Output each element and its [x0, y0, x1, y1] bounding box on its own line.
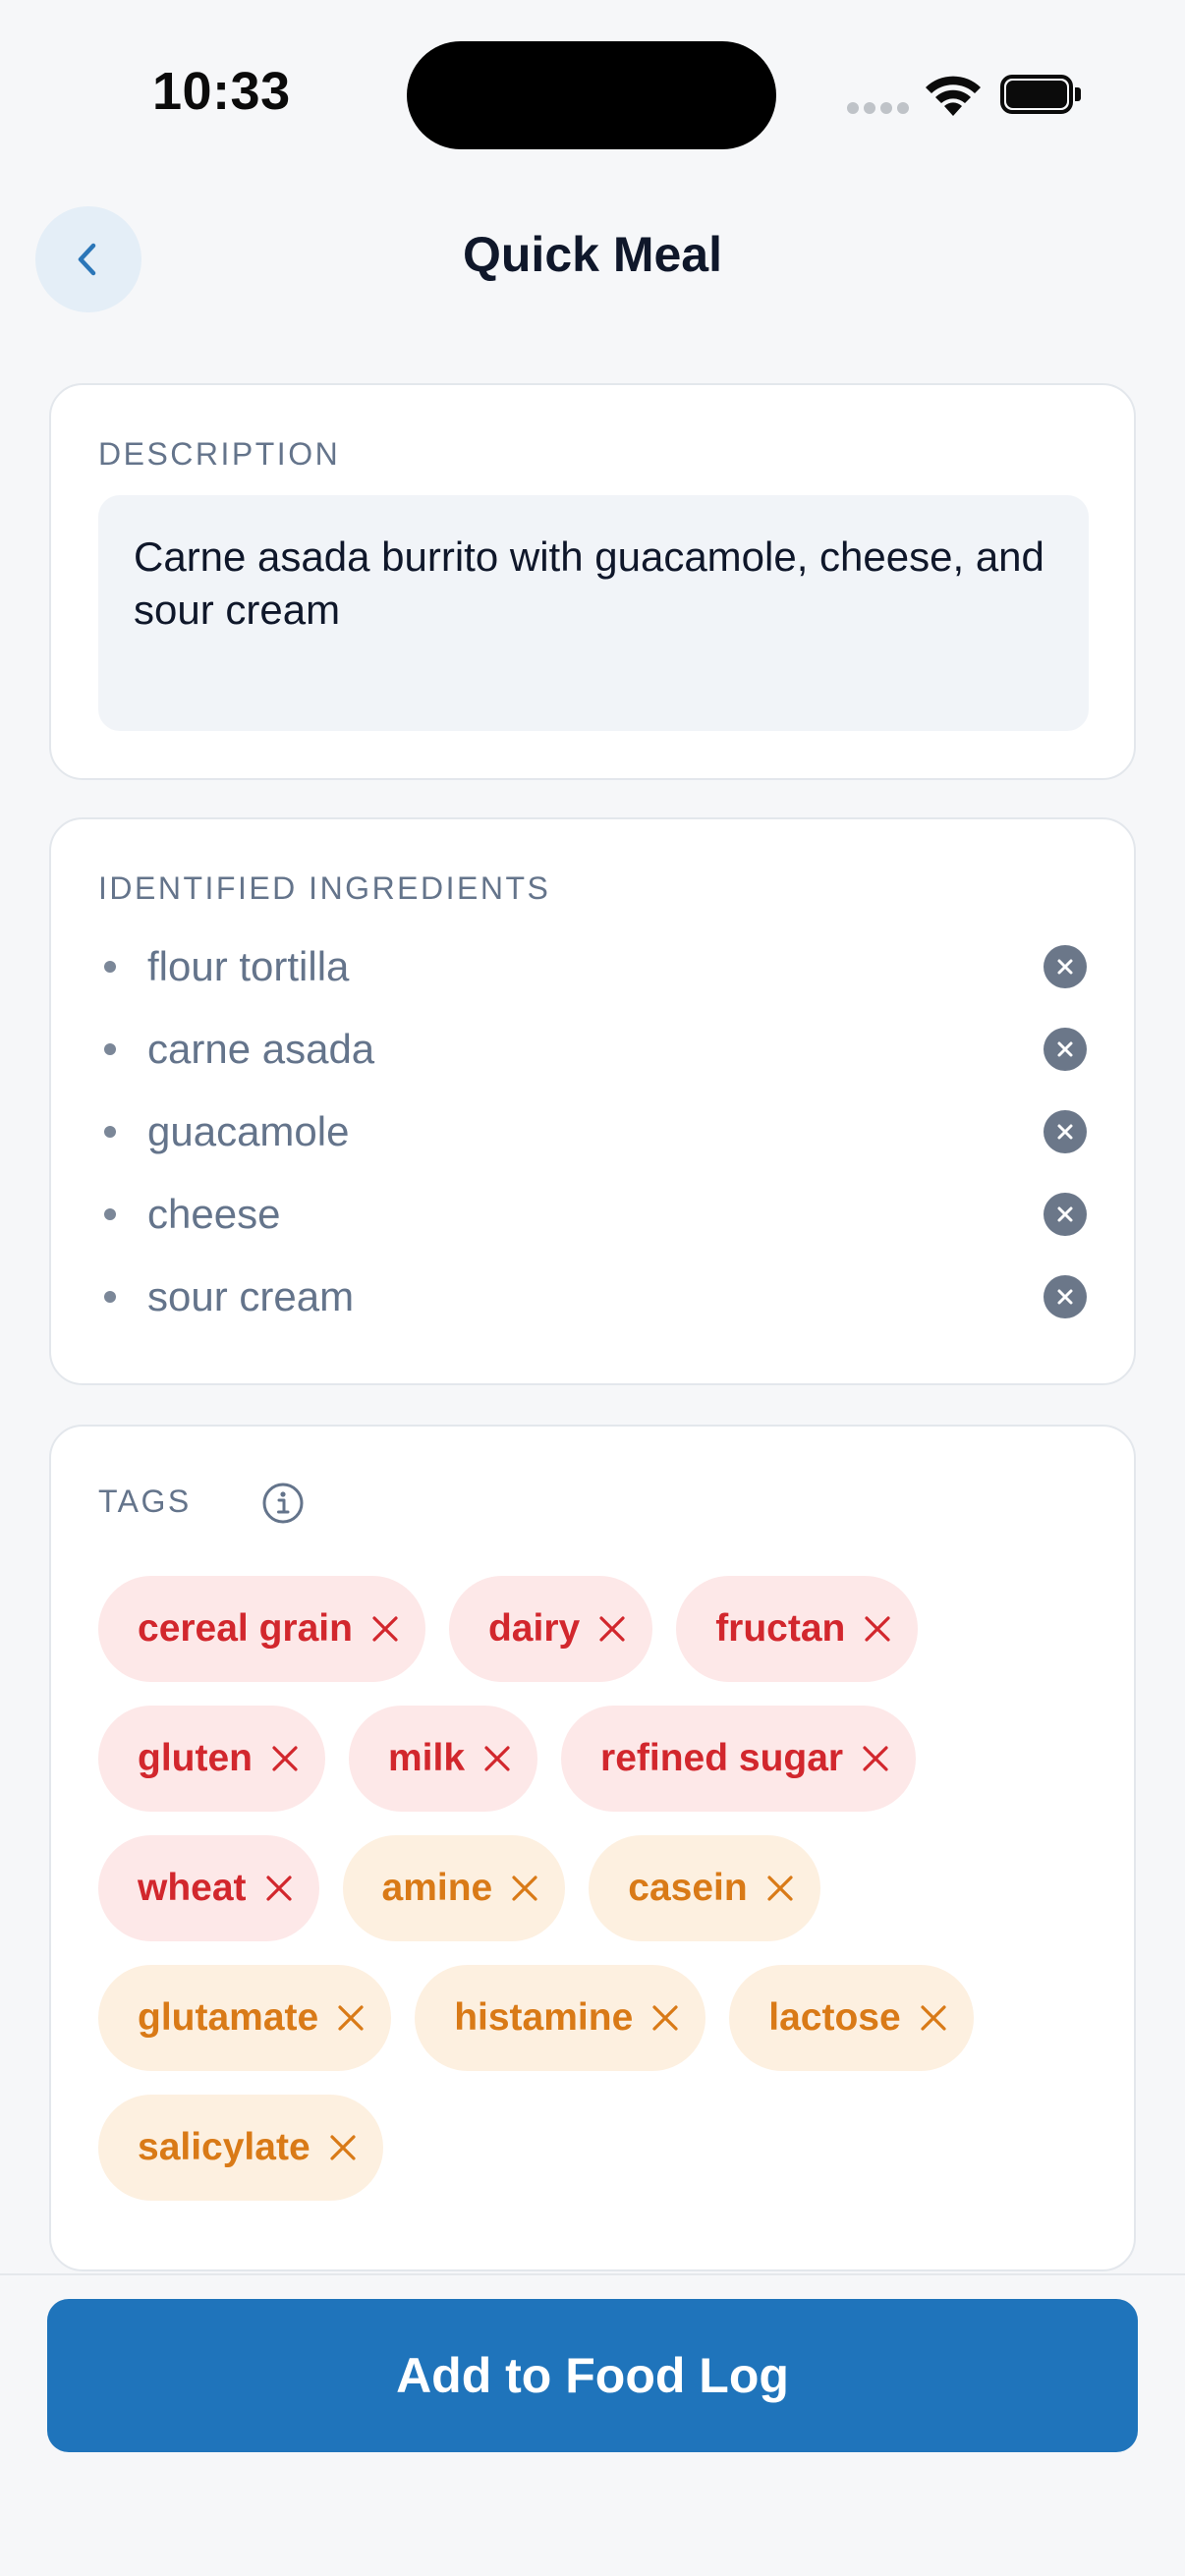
tag-label: cereal grain: [138, 1607, 353, 1650]
tag-chip[interactable]: glutamate: [98, 1965, 392, 2071]
remove-tag-icon[interactable]: [510, 1874, 539, 1903]
tags-label: TAGS: [98, 1484, 192, 1519]
remove-tag-icon[interactable]: [597, 1614, 627, 1644]
footer-divider: [0, 2273, 1185, 2275]
remove-ingredient-button[interactable]: [1044, 1110, 1087, 1153]
remove-tag-icon[interactable]: [264, 1874, 294, 1903]
remove-tag-icon[interactable]: [370, 1614, 400, 1644]
ingredient-item: cheese: [98, 1173, 1091, 1256]
description-label: DESCRIPTION: [98, 436, 341, 472]
remove-tag-icon[interactable]: [919, 2003, 948, 2033]
ingredient-item: flour tortilla: [98, 925, 1091, 1008]
add-to-food-log-button[interactable]: Add to Food Log: [47, 2299, 1138, 2452]
tag-chip[interactable]: refined sugar: [561, 1706, 917, 1812]
tag-label: dairy: [487, 1607, 581, 1650]
tag-chip[interactable]: histamine: [415, 1965, 706, 2071]
quick-meal-screen: 10:33 Quick Meal DESCRIPTION Carne asada…: [0, 0, 1185, 2576]
wifi-icon: [926, 76, 981, 116]
tag-chip[interactable]: fructan: [676, 1576, 919, 1682]
remove-tag-icon[interactable]: [336, 2003, 366, 2033]
ingredient-list: flour tortilla carne asada guacamole che…: [98, 925, 1091, 1338]
tag-label: salicylate: [138, 2126, 310, 2168]
ingredient-label: flour tortilla: [147, 943, 350, 989]
bullet: [104, 1208, 116, 1220]
tag-chip[interactable]: amine: [342, 1835, 566, 1941]
page-title: Quick Meal: [463, 227, 722, 282]
remove-ingredient-button[interactable]: [1044, 945, 1087, 988]
tag-label: histamine: [454, 1996, 634, 2039]
ingredient-item: guacamole: [98, 1091, 1091, 1173]
info-icon[interactable]: [261, 1482, 305, 1525]
bullet: [104, 1291, 116, 1303]
ingredients-label: IDENTIFIED INGREDIENTS: [98, 870, 551, 906]
ingredients-card: IDENTIFIED INGREDIENTS flour tortilla ca…: [49, 817, 1136, 1385]
close-icon: [1057, 1124, 1073, 1140]
remove-tag-icon[interactable]: [765, 1874, 795, 1903]
ingredient-label: cheese: [147, 1191, 281, 1237]
remove-ingredient-button[interactable]: [1044, 1028, 1087, 1071]
tag-chip[interactable]: cereal grain: [98, 1576, 425, 1682]
remove-tag-icon[interactable]: [482, 1744, 512, 1773]
bullet: [104, 961, 116, 973]
close-icon: [1057, 1206, 1073, 1222]
tag-list: cereal grain dairy fructan gluten milk refine…: [98, 1576, 1100, 2201]
remove-tag-icon[interactable]: [328, 2133, 358, 2162]
tag-chip[interactable]: wheat: [98, 1835, 319, 1941]
tag-label: casein: [628, 1867, 748, 1909]
tag-chip[interactable]: salicylate: [98, 2095, 383, 2201]
remove-ingredient-button[interactable]: [1044, 1193, 1087, 1236]
status-bar: 10:33: [0, 0, 1185, 187]
tag-label: wheat: [138, 1867, 247, 1909]
remove-tag-icon[interactable]: [270, 1744, 300, 1773]
tag-label: glutamate: [138, 1996, 319, 2039]
tag-chip[interactable]: gluten: [98, 1706, 325, 1812]
dynamic-island: [407, 41, 776, 149]
tag-label: lactose: [768, 1996, 901, 2039]
description-card: DESCRIPTION Carne asada burrito with gua…: [49, 383, 1136, 780]
remove-tag-icon[interactable]: [650, 2003, 680, 2033]
remove-tag-icon[interactable]: [863, 1614, 892, 1644]
cellular-signal-icon: [847, 102, 909, 116]
bullet: [104, 1043, 116, 1055]
close-icon: [1057, 1289, 1073, 1305]
battery-icon: [1000, 75, 1081, 114]
description-field[interactable]: Carne asada burrito with guacamole, chee…: [98, 495, 1089, 731]
bullet: [104, 1126, 116, 1138]
tag-label: amine: [381, 1867, 493, 1909]
tags-card: TAGS cereal grain dairy fructan gluten milk r…: [49, 1425, 1136, 2271]
remove-tag-icon[interactable]: [861, 1744, 890, 1773]
close-icon: [1057, 959, 1073, 975]
ingredient-item: carne asada: [98, 1008, 1091, 1091]
ingredient-label: guacamole: [147, 1108, 350, 1154]
tag-label: milk: [387, 1737, 466, 1779]
tag-label: gluten: [138, 1737, 253, 1779]
tag-chip[interactable]: casein: [589, 1835, 820, 1941]
close-icon: [1057, 1041, 1073, 1057]
status-time: 10:33: [152, 62, 291, 121]
ingredient-item: sour cream: [98, 1256, 1091, 1338]
tag-label: fructan: [715, 1607, 846, 1650]
tag-chip[interactable]: lactose: [729, 1965, 974, 2071]
tag-chip[interactable]: milk: [348, 1706, 538, 1812]
tag-chip[interactable]: dairy: [448, 1576, 653, 1682]
remove-ingredient-button[interactable]: [1044, 1275, 1087, 1318]
ingredient-label: carne asada: [147, 1026, 375, 1072]
tag-label: refined sugar: [600, 1737, 844, 1779]
ingredient-label: sour cream: [147, 1273, 355, 1319]
